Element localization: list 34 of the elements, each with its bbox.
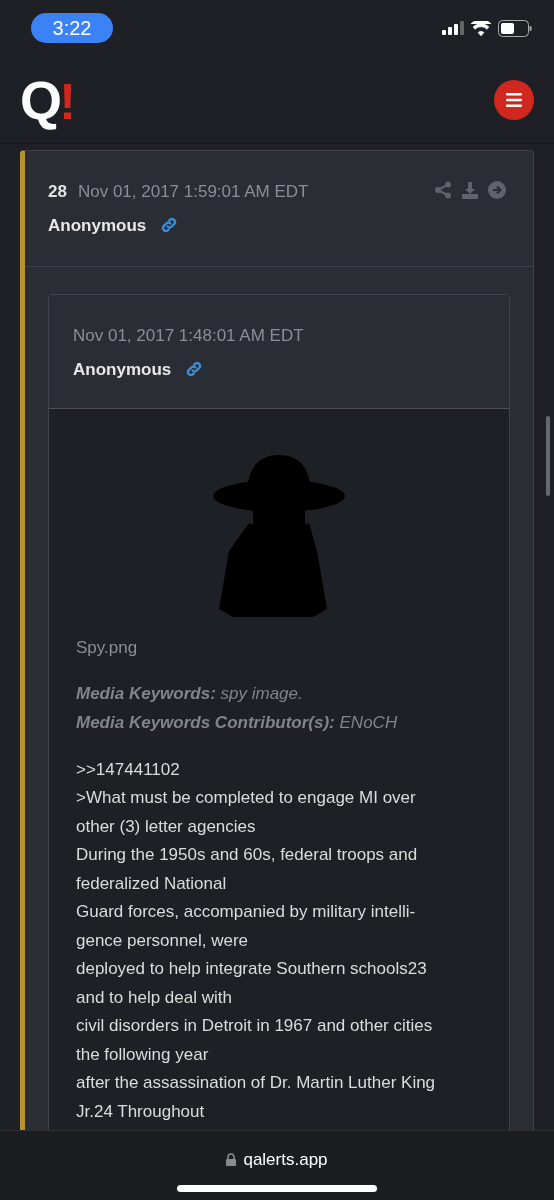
quoted-author: Anonymous <box>73 358 172 381</box>
media-keyword: Media Keywords: spy image. <box>76 682 304 705</box>
battery-icon <box>498 19 532 37</box>
post-text-line: and to help deal with <box>76 986 233 1009</box>
menu-icon <box>506 92 522 107</box>
file-name: Spy.png <box>76 637 139 659</box>
media-keyword: Media Keywords Contributor(s): ENoCH <box>76 712 399 734</box>
link-icon[interactable] <box>185 360 204 379</box>
author-name: Anonymous <box>48 214 147 237</box>
post-text-line: other (3) letter agencies <box>76 815 257 838</box>
post-text-line: During the 1950s and 60s, federal troops and <box>76 844 419 866</box>
signal-icon <box>442 21 464 35</box>
post-text-line: federalized National <box>76 872 228 895</box>
post-text-line: Jr.24 Throughout <box>76 1100 206 1123</box>
arrow-right-icon[interactable] <box>488 181 506 199</box>
lock-icon <box>226 1153 237 1167</box>
post-text-line: deployed to help integrate Southern schools23 <box>76 958 428 980</box>
url-text[interactable]: qalerts.app <box>243 1147 328 1173</box>
post-date: Nov 01, 2017 1:59:01 AM EDT <box>77 181 309 203</box>
post-text-line: after the assassination of Dr. Martin Luther King <box>76 1072 437 1094</box>
link-icon[interactable] <box>160 216 179 235</box>
post-text-line: gence personnel, were <box>76 929 249 952</box>
download-icon[interactable] <box>461 181 479 199</box>
post-number: 28 <box>48 181 67 203</box>
post-text-line: >What must be completed to engage MI over <box>76 787 417 809</box>
quoted-date: Nov 01, 2017 1:48:01 AM EDT <box>73 325 305 347</box>
post-text-line: >>147441102 <box>76 758 181 781</box>
status-time: 3:22 <box>31 13 113 43</box>
post-text-line: civil disorders in Detroit in 1967 and other cities <box>76 1015 434 1037</box>
menu-button[interactable] <box>494 79 534 120</box>
share-icon[interactable] <box>434 181 452 199</box>
post-text-line: the following year <box>76 1043 210 1066</box>
post-text-line: Guard forces, accompanied by military intelli- <box>76 901 417 923</box>
wifi-icon <box>471 20 491 36</box>
